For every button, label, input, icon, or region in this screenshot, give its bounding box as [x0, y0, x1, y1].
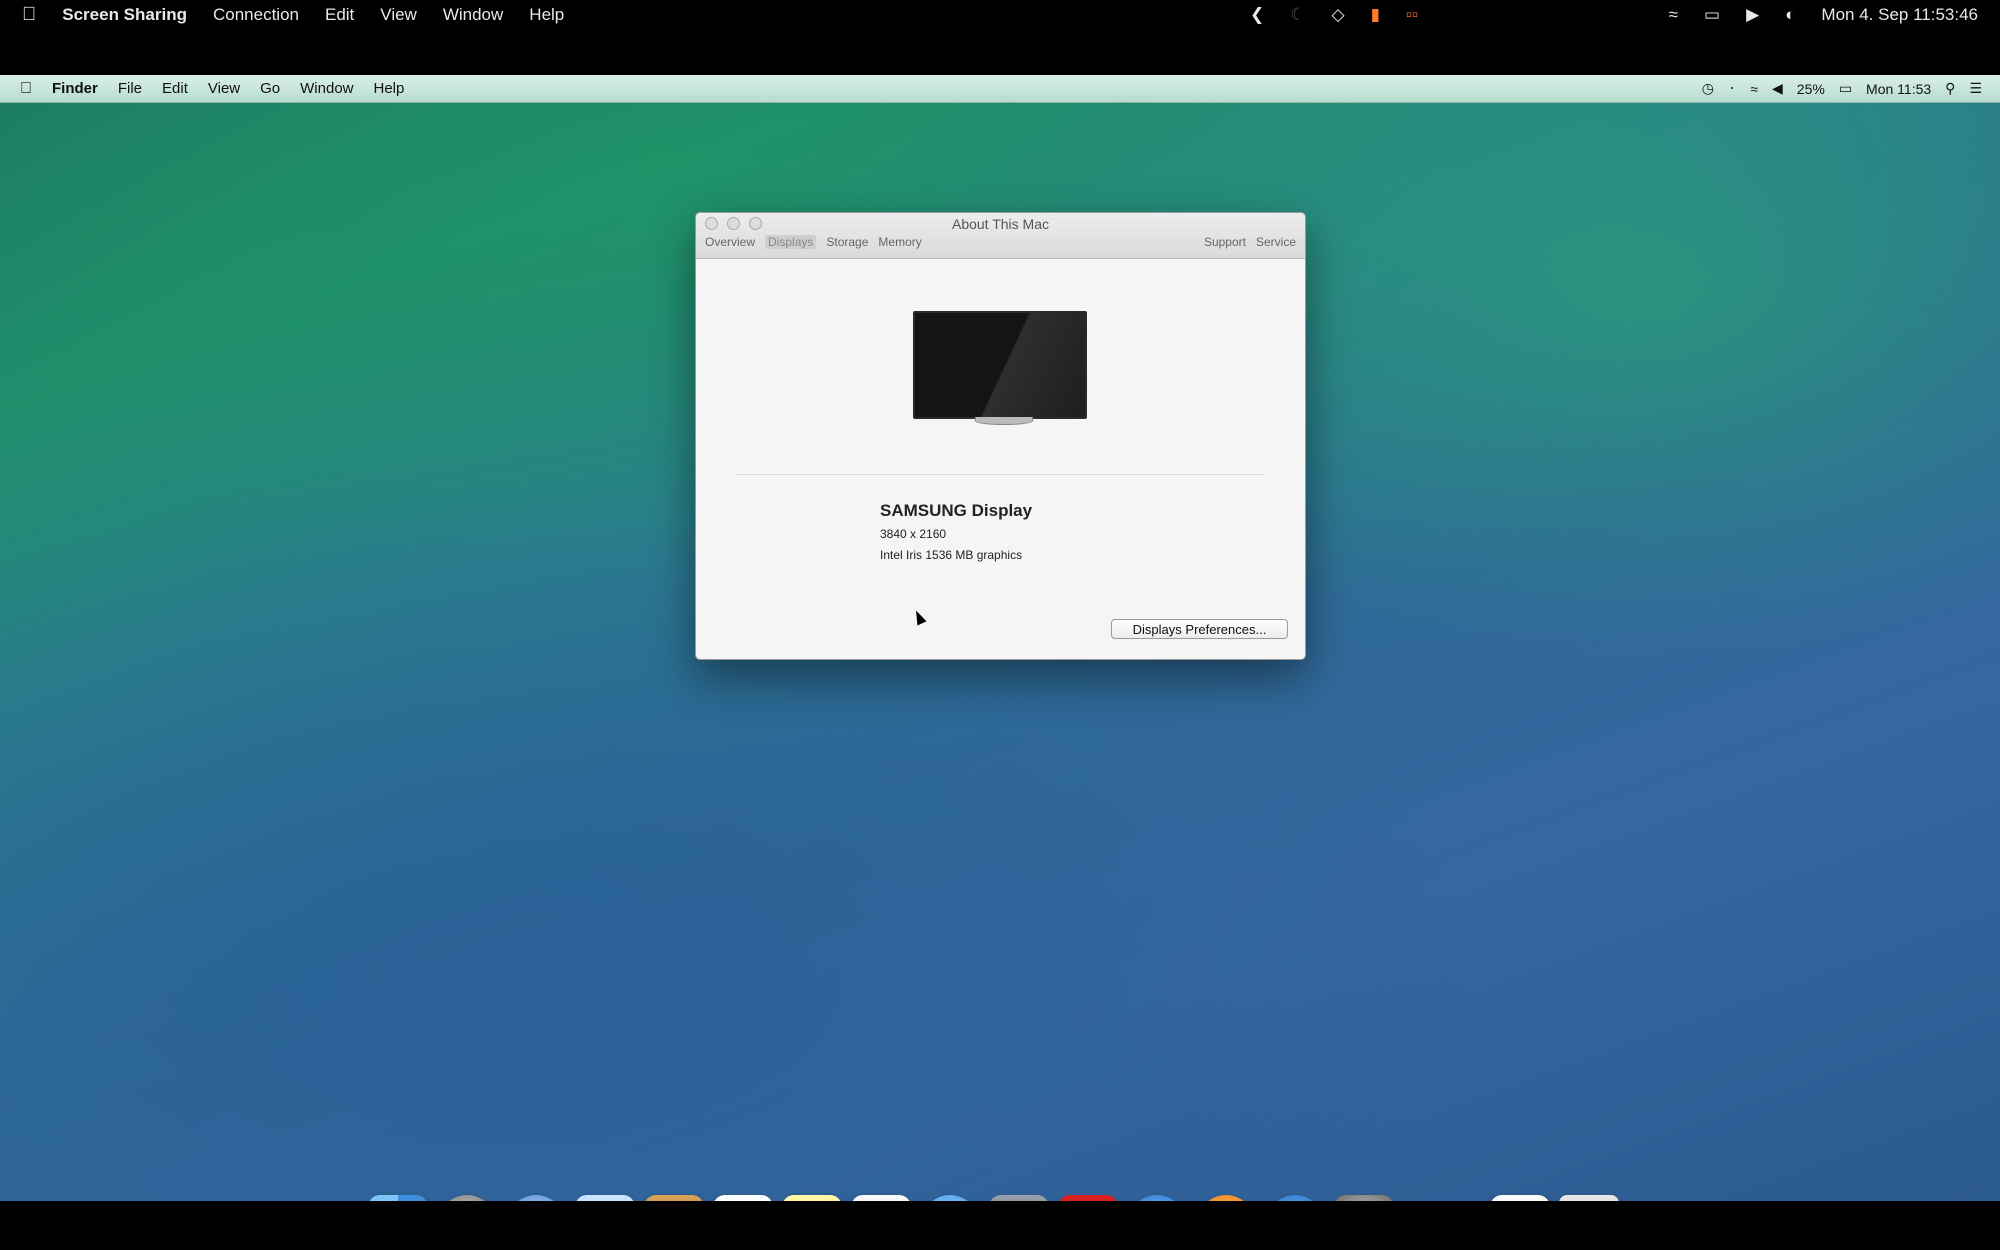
tab-storage[interactable]: Storage	[826, 235, 868, 249]
time-machine-icon[interactable]: ◷	[1702, 80, 1714, 97]
display-name: SAMSUNG Display	[880, 501, 1033, 520]
remote-menu-window[interactable]: Window	[300, 80, 353, 97]
remote-wifi-icon[interactable]: ≈	[1750, 81, 1758, 97]
moon-icon[interactable]: ☾	[1290, 5, 1305, 25]
display-resolution: 3840 x 2160	[880, 527, 947, 541]
control-center-icon[interactable]: ◐	[1785, 5, 1795, 25]
host-datetime[interactable]: Mon 4. Sep 11:53:46	[1821, 5, 1978, 25]
battery-icon[interactable]: ▭	[1704, 5, 1720, 25]
tab-support[interactable]: Support	[1204, 235, 1246, 249]
remote-menu-edit[interactable]: Edit	[162, 80, 188, 97]
tab-memory[interactable]: Memory	[878, 235, 921, 249]
remote-menu-view[interactable]: View	[208, 80, 240, 97]
layers-icon[interactable]: ◇	[1332, 5, 1345, 25]
screen-sharing-bottom-bar	[0, 1201, 2000, 1250]
battery-stat-icon[interactable]: ▮	[1371, 5, 1380, 25]
display-graphics: Intel Iris 1536 MB graphics	[880, 548, 1023, 562]
display-image	[913, 311, 1087, 419]
apple-menu-icon[interactable]: 	[22, 4, 36, 26]
activity-graph-icon[interactable]: ▫▫	[1406, 5, 1418, 25]
divider	[736, 474, 1265, 475]
host-menu-edit[interactable]: Edit	[325, 5, 354, 25]
chevron-left-icon[interactable]: ❮	[1250, 5, 1264, 25]
remote-clock[interactable]: Mon 11:53	[1866, 81, 1931, 97]
wifi-icon[interactable]: ≈	[1669, 5, 1678, 25]
display-stand	[975, 417, 1033, 425]
spotlight-search-icon[interactable]: ⚲	[1945, 80, 1955, 97]
about-this-mac-window: About This Mac Overview Displays Storage…	[695, 212, 1306, 660]
battery-percent[interactable]: 25%	[1797, 81, 1825, 97]
displays-preferences-button[interactable]: Displays Preferences...	[1111, 619, 1288, 639]
host-status-icons: ❮ ☾ ◇ ▮ ▫▫	[1250, 0, 1418, 30]
host-menu-connection[interactable]: Connection	[213, 5, 299, 25]
notification-center-icon[interactable]: ☰	[1969, 80, 1982, 97]
host-menu-view[interactable]: View	[380, 5, 417, 25]
play-icon[interactable]: ▶	[1746, 5, 1759, 25]
remote-apple-menu-icon[interactable]: 	[20, 80, 32, 98]
host-menu-bar:  Screen Sharing Connection Edit View Wi…	[0, 0, 2000, 30]
tab-displays[interactable]: Displays	[765, 235, 817, 249]
host-app-menu[interactable]: Screen Sharing	[62, 5, 187, 25]
remote-menu-help[interactable]: Help	[374, 80, 405, 97]
bluetooth-icon[interactable]: ᛫	[1728, 81, 1736, 97]
tab-service[interactable]: Service	[1256, 235, 1296, 249]
window-title: About This Mac	[951, 216, 1049, 232]
tab-overview[interactable]: Overview	[705, 235, 755, 249]
remote-menu-go[interactable]: Go	[260, 80, 280, 97]
window-titlebar[interactable]: About This Mac Overview Displays Storage…	[696, 213, 1305, 259]
remote-menu-bar:  Finder File Edit View Go Window Help ◷…	[0, 75, 2000, 103]
host-menu-window[interactable]: Window	[443, 5, 503, 25]
host-menu-help[interactable]: Help	[529, 5, 564, 25]
remote-battery-icon[interactable]: ▭	[1839, 80, 1852, 97]
remote-desktop[interactable]:  Finder File Edit View Go Window Help ◷…	[0, 75, 2000, 1201]
remote-app-menu[interactable]: Finder	[52, 80, 98, 97]
remote-menu-file[interactable]: File	[118, 80, 142, 97]
volume-icon[interactable]: ◀	[1772, 80, 1783, 97]
